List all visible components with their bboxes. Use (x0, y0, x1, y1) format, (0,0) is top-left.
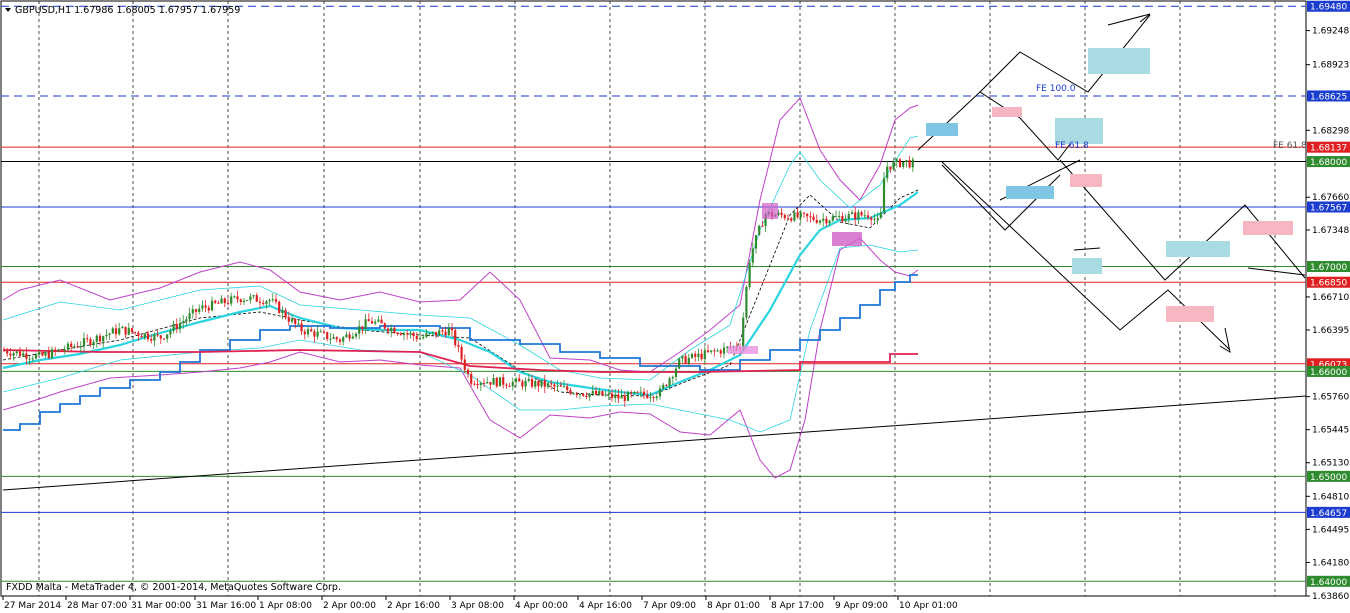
price-label-2: 1.68137 (1310, 144, 1347, 154)
candle-141 (454, 328, 457, 348)
x-tick-label-13: 9 Apr 09:00 (835, 601, 888, 611)
x-tick-label-14: 10 Apr 01:00 (899, 601, 958, 611)
y-tick-label-6: 1.66395 (1312, 326, 1349, 336)
x-tick-label-11: 8 Apr 01:00 (707, 601, 760, 611)
candle-155 (498, 377, 502, 387)
y-tick-label-12: 1.64180 (1312, 558, 1349, 568)
x-tick-label-6: 2 Apr 16:00 (387, 601, 440, 611)
x-tick-label-1: 28 Mar 07:00 (67, 601, 127, 611)
fe-61-label: FE 61.8 (1055, 141, 1089, 151)
chart-frame (0, 0, 1307, 597)
y-tick-label-9: 1.65130 (1312, 459, 1349, 469)
candle-233 (748, 259, 751, 290)
candle-76 (246, 299, 249, 302)
price-label-1: 1.68625 (1310, 92, 1347, 102)
y-tick-label-4: 1.67348 (1312, 226, 1349, 236)
y-tick-label-11: 1.64495 (1312, 525, 1349, 535)
price-label-8: 1.66000 (1310, 368, 1347, 378)
x-tick-label-3: 31 Mar 16:00 (196, 601, 256, 611)
y-tick-label-13: 1.63860 (1312, 592, 1349, 602)
x-tick-label-9: 4 Apr 16:00 (579, 601, 632, 611)
candle-231 (742, 312, 745, 352)
footer-copyright: FXDD Malta - MetaTrader 4, © 2001-2014, … (6, 582, 341, 593)
fe-61-label-right: FE 61.8 (1273, 141, 1307, 151)
x-tick-label-12: 8 Apr 17:00 (771, 601, 824, 611)
candle-211 (678, 357, 681, 370)
x-tick-label-0: 27 Mar 2014 (4, 601, 61, 611)
price-label-9: 1.64657 (1310, 509, 1347, 519)
y-tick-label-7: 1.65760 (1312, 393, 1349, 403)
price-label-4: 1.67567 (1310, 203, 1347, 213)
candle-236 (758, 224, 761, 236)
symbol-title: GBPUSD,H1 1.67986 1.68005 1.67957 1.6795… (15, 5, 240, 16)
candle-232 (745, 285, 748, 321)
x-tick-label-7: 3 Apr 08:00 (451, 601, 504, 611)
y-tick-label-5: 1.66710 (1312, 293, 1349, 303)
price-label-0: 1.69480 (1310, 3, 1347, 13)
time-axis[interactable]: 27 Mar 2014 28 Mar 07:00 31 Mar 00:00 31 Ma… (2, 596, 958, 611)
price-label-11: 1.64000 (1310, 578, 1347, 588)
price-label-6: 1.66850 (1310, 279, 1347, 289)
y-tick-label-8: 1.65445 (1312, 426, 1349, 436)
candle-280 (898, 157, 902, 168)
candle-86 (278, 300, 281, 314)
price-label-10: 1.65000 (1310, 473, 1347, 483)
price-chart[interactable]: FE 100.0 FE 61.8 FE 61.8 GBPUSD,H1 1.679… (0, 0, 1350, 613)
price-label-5: 1.67000 (1310, 263, 1347, 273)
candle-187 (601, 390, 604, 397)
x-tick-label-8: 4 Apr 00:00 (515, 601, 568, 611)
fe-100-label: FE 100.0 (1036, 84, 1076, 94)
y-tick-label-10: 1.64810 (1312, 492, 1349, 502)
x-tick-label-4: 1 Apr 08:00 (259, 601, 312, 611)
x-tick-label-2: 31 Mar 00:00 (131, 601, 191, 611)
y-tick-label-1: 1.68923 (1312, 61, 1349, 71)
y-tick-label-2: 1.68298 (1312, 126, 1349, 136)
y-tick-label-0: 1.69248 (1312, 27, 1349, 37)
x-tick-label-5: 2 Apr 00:00 (323, 601, 376, 611)
price-label-3: 1.68000 (1310, 158, 1347, 168)
x-tick-label-10: 7 Apr 09:00 (643, 601, 696, 611)
